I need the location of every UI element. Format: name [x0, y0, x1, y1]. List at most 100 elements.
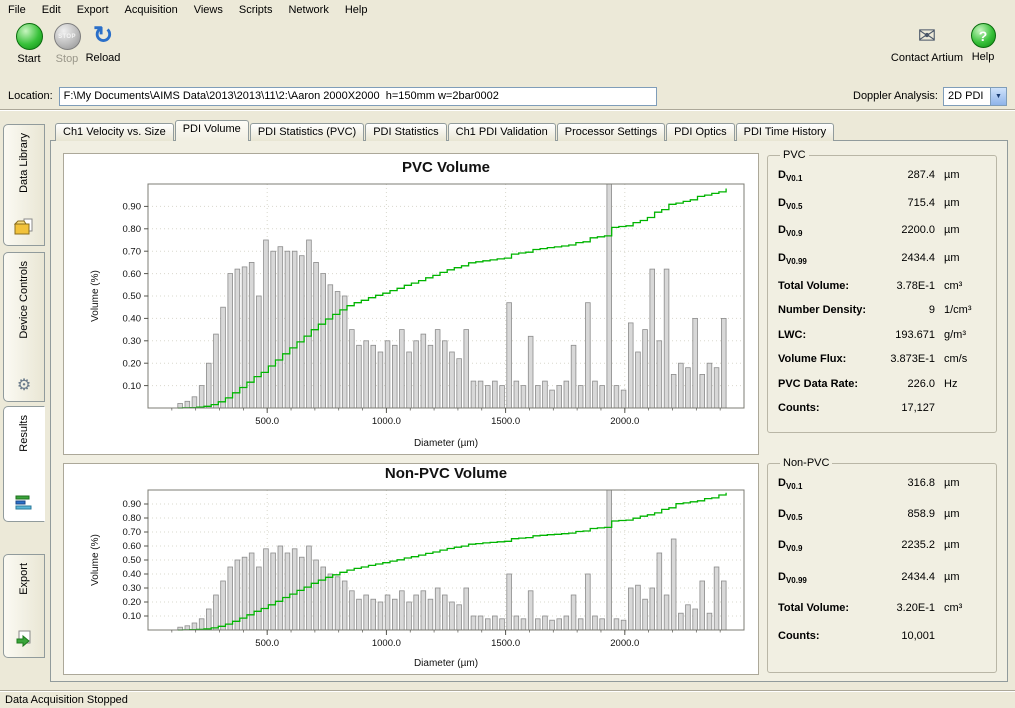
stat-unit: µm	[944, 537, 986, 554]
svg-text:Volume (%): Volume (%)	[90, 534, 101, 586]
pvc-volume-chart-panel: 0.100.200.300.400.500.600.700.800.90500.…	[63, 153, 759, 455]
menu-item-network[interactable]: Network	[280, 2, 336, 18]
svg-text:0.70: 0.70	[123, 246, 142, 257]
stat-row-dv05: DV0.5 715.4 µm	[778, 195, 986, 215]
svg-text:0.30: 0.30	[123, 336, 142, 347]
menu-item-file[interactable]: File	[0, 2, 34, 18]
svg-text:1000.0: 1000.0	[372, 416, 401, 427]
stat-unit: Hz	[944, 376, 986, 393]
menu-item-scripts[interactable]: Scripts	[231, 2, 281, 18]
svg-text:0.40: 0.40	[123, 569, 142, 580]
stat-row-dv05: DV0.5 858.9 µm	[778, 506, 986, 526]
tab-pdi-time-history[interactable]: PDI Time History	[736, 123, 835, 141]
stat-value: 715.4	[869, 195, 935, 212]
stat-unit: cm³	[944, 278, 986, 295]
help-icon: ?	[971, 23, 996, 48]
tab-pdi-statistics[interactable]: PDI Statistics	[365, 123, 446, 141]
help-button[interactable]: ? Help	[960, 23, 1006, 63]
stat-row-counts: Counts: 17,127	[778, 400, 986, 417]
stat-value: 3.78E-1	[869, 278, 935, 295]
tab-processor-settings[interactable]: Processor Settings	[557, 123, 665, 141]
svg-text:Volume (%): Volume (%)	[90, 270, 101, 322]
stat-value: 10,001	[869, 628, 935, 645]
stat-row-number-density: Number Density: 9 1/cm³	[778, 302, 986, 319]
gear-icon: ⚙	[17, 369, 31, 395]
stat-value: 226.0	[869, 376, 935, 393]
location-input[interactable]	[59, 87, 657, 106]
menu-item-edit[interactable]: Edit	[34, 2, 69, 18]
sidebar-item-device-controls[interactable]: Device Controls ⚙	[3, 252, 45, 402]
svg-text:0.80: 0.80	[123, 224, 142, 235]
reload-button[interactable]: ↻ Reload	[74, 23, 132, 64]
menu-item-views[interactable]: Views	[186, 2, 231, 18]
doppler-analysis-select[interactable]: 2D PDI ▼	[943, 87, 1007, 106]
sidebar-item-export[interactable]: Export	[3, 554, 45, 658]
sidebar-item-results[interactable]: Results	[3, 406, 45, 522]
nonpvc-group-title: Non-PVC	[780, 457, 832, 469]
tab-pdi-volume[interactable]: PDI Volume	[175, 120, 249, 141]
stat-row-counts: Counts: 10,001	[778, 628, 986, 645]
export-arrow-icon	[15, 624, 33, 651]
svg-text:2000.0: 2000.0	[610, 638, 639, 649]
tab-ch1-pdi-validation[interactable]: Ch1 PDI Validation	[448, 123, 556, 141]
tab-pdi-statistics-pvc[interactable]: PDI Statistics (PVC)	[250, 123, 364, 141]
tab-page-pdi-volume: 0.100.200.300.400.500.600.700.800.90500.…	[50, 140, 1008, 682]
envelope-icon: ✉	[918, 23, 936, 49]
status-text: Data Acquisition Stopped	[5, 694, 128, 706]
tab-pdi-optics[interactable]: PDI Optics	[666, 123, 735, 141]
reload-label: Reload	[86, 52, 121, 64]
stat-row-lwc: LWC: 193.671 g/m³	[778, 327, 986, 344]
reload-icon: ↻	[93, 23, 113, 49]
svg-text:0.70: 0.70	[123, 527, 142, 538]
stat-value: 3.20E-1	[869, 600, 935, 617]
svg-text:0.10: 0.10	[123, 381, 142, 392]
menu-item-acquisition[interactable]: Acquisition	[117, 2, 186, 18]
svg-text:500.0: 500.0	[255, 638, 279, 649]
svg-text:2000.0: 2000.0	[610, 416, 639, 427]
pvc-group-title: PVC	[780, 149, 809, 161]
svg-text:0.80: 0.80	[123, 513, 142, 524]
stat-value: 2235.2	[869, 537, 935, 554]
contact-artium-button[interactable]: ✉ Contact Artium	[889, 23, 965, 64]
nonpvc-stats-group: Non-PVC DV0.1 316.8 µm DV0.5 858.9 µm DV…	[767, 457, 997, 673]
stat-value: 3.873E-1	[869, 351, 935, 368]
stat-unit: cm/s	[944, 351, 986, 368]
stat-unit: µm	[944, 569, 986, 586]
svg-text:1500.0: 1500.0	[491, 638, 520, 649]
doppler-analysis-value: 2D PDI	[944, 90, 990, 102]
stat-unit: µm	[944, 222, 986, 239]
tab-ch1-velocity-vs-size[interactable]: Ch1 Velocity vs. Size	[55, 123, 174, 141]
data-library-icon	[14, 212, 34, 239]
stat-row-dv099: DV0.99 2434.4 µm	[778, 250, 986, 270]
stat-row-dv09: DV0.9 2235.2 µm	[778, 537, 986, 557]
stat-value: 316.8	[869, 475, 935, 492]
stat-row-pvc-data-rate: PVC Data Rate: 226.0 Hz	[778, 376, 986, 393]
svg-text:Diameter (µm): Diameter (µm)	[414, 658, 478, 669]
stat-value: 17,127	[869, 400, 935, 417]
stat-unit: 1/cm³	[944, 302, 986, 319]
menu-item-export[interactable]: Export	[69, 2, 117, 18]
svg-text:Non-PVC Volume: Non-PVC Volume	[385, 465, 507, 482]
menu-item-help[interactable]: Help	[337, 2, 376, 18]
nonpvc-volume-chart-panel: 0.100.200.300.400.500.600.700.800.90500.…	[63, 463, 759, 675]
stat-row-total-volume: Total Volume: 3.20E-1 cm³	[778, 600, 986, 617]
stat-row-dv099: DV0.99 2434.4 µm	[778, 569, 986, 589]
toolbar: Start STOP Stop ↻ Reload ✉ Contact Artiu…	[0, 19, 1015, 83]
sidebar: Data Library Device Controls ⚙ Results E…	[0, 112, 48, 690]
stat-row-dv01: DV0.1 287.4 µm	[778, 167, 986, 187]
stat-row-dv01: DV0.1 316.8 µm	[778, 475, 986, 495]
stat-value: 193.671	[869, 327, 935, 344]
stat-unit: µm	[944, 167, 986, 184]
doppler-analysis-label: Doppler Analysis:	[853, 90, 938, 102]
contact-artium-label: Contact Artium	[891, 52, 963, 64]
svg-text:Diameter (µm): Diameter (µm)	[414, 438, 478, 449]
help-label: Help	[972, 51, 995, 63]
menu-bar: File Edit Export Acquisition Views Scrip…	[0, 0, 1015, 19]
stat-value: 858.9	[869, 506, 935, 523]
stat-value: 287.4	[869, 167, 935, 184]
stat-unit: g/m³	[944, 327, 986, 344]
stat-row-total-volume: Total Volume: 3.78E-1 cm³	[778, 278, 986, 295]
nonpvc-volume-chart: 0.100.200.300.400.500.600.700.800.90500.…	[64, 464, 758, 674]
sidebar-item-data-library[interactable]: Data Library	[3, 124, 45, 246]
stat-unit: µm	[944, 195, 986, 212]
